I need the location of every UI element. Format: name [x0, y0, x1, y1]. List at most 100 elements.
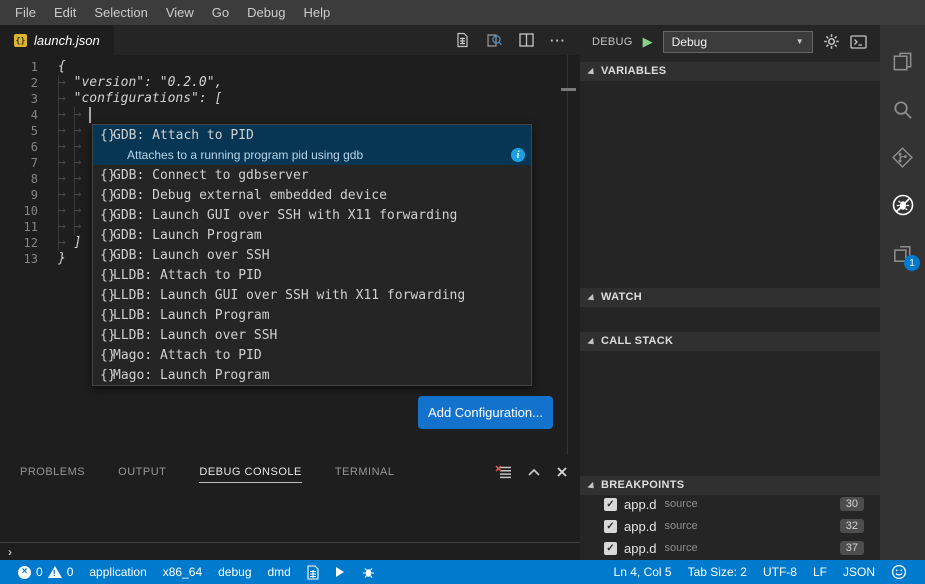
problems-status[interactable]: × 0 ! 0	[10, 560, 81, 584]
debug-icon[interactable]	[880, 181, 925, 229]
code-text: }	[58, 251, 66, 266]
whitespace-tabs: →	[58, 235, 74, 250]
menu-item[interactable]: Debug	[238, 0, 294, 25]
menu-item[interactable]: File	[6, 0, 45, 25]
status-item[interactable]: dmd	[260, 560, 299, 584]
twisty-icon	[587, 338, 596, 347]
breakpoint-row[interactable]: ✓ app.d source 37	[580, 537, 880, 559]
snippet-icon: {}	[93, 328, 113, 343]
code-editor[interactable]: 1 { 2 → "version": "0.2.0", 3 → "configu…	[0, 55, 580, 455]
menu-item[interactable]: View	[157, 0, 203, 25]
feedback-smiley-icon[interactable]	[883, 560, 915, 584]
gear-icon[interactable]	[823, 33, 840, 50]
suggest-item[interactable]: {} GDB: Debug external embedded device	[93, 185, 531, 205]
breakpoint-checkbox[interactable]: ✓	[604, 498, 617, 511]
suggest-item[interactable]: {} GDB: Launch GUI over SSH with X11 for…	[93, 205, 531, 225]
snippet-icon: {}	[93, 228, 113, 243]
language-mode[interactable]: JSON	[835, 560, 883, 584]
extensions-icon[interactable]: 1	[880, 229, 925, 277]
debug-configuration-select[interactable]: Debug ▼	[663, 31, 813, 53]
twisty-icon	[587, 294, 596, 303]
suggest-item[interactable]: {} Mago: Attach to PID	[93, 345, 531, 365]
breakpoint-row[interactable]: ✓ app.d source 30	[580, 493, 880, 515]
snippet-icon: {}	[93, 208, 113, 223]
section-title: BREAKPOINTS	[601, 479, 684, 491]
breakpoint-file: app.d	[624, 519, 657, 534]
suggest-item[interactable]: {} Mago: Launch Program	[93, 365, 531, 385]
suggest-item[interactable]: {} LLDB: Launch Program	[93, 305, 531, 325]
close-panel-icon[interactable]	[556, 466, 568, 481]
suggest-item[interactable]: {} LLDB: Launch GUI over SSH with X11 fo…	[93, 285, 531, 305]
menu-item[interactable]: Selection	[85, 0, 156, 25]
suggest-label: LLDB: Launch GUI over SSH with X11 forwa…	[113, 288, 465, 303]
maximize-panel-icon[interactable]	[527, 466, 541, 481]
indentation[interactable]: Tab Size: 2	[680, 560, 755, 584]
suggest-label: Mago: Launch Program	[113, 368, 270, 383]
build-document-icon[interactable]	[299, 560, 327, 584]
status-item[interactable]: x86_64	[155, 560, 210, 584]
info-icon[interactable]: i	[511, 148, 525, 162]
vscode-window: File Edit Selection View Go Debug Help {…	[0, 0, 925, 584]
add-configuration-button[interactable]: Add Configuration...	[418, 396, 553, 429]
suggest-item[interactable]: {} LLDB: Launch over SSH	[93, 325, 531, 345]
code-line[interactable]: 4 → →	[0, 107, 580, 123]
suggest-item[interactable]: {} GDB: Launch over SSH	[93, 245, 531, 265]
breakpoint-checkbox[interactable]: ✓	[604, 520, 617, 533]
search-in-file-icon[interactable]	[486, 32, 503, 48]
encoding[interactable]: UTF-8	[755, 560, 805, 584]
suggest-item[interactable]: {} GDB: Connect to gdbserver	[93, 165, 531, 185]
tab-terminal[interactable]: TERMINAL	[335, 462, 395, 482]
menu-bar: File Edit Selection View Go Debug Help	[0, 0, 925, 25]
snippet-icon: {}	[93, 308, 113, 323]
suggest-item-selected[interactable]: {} GDB: Attach to PID Attaches to a runn…	[93, 125, 531, 165]
indent-guide	[58, 75, 59, 251]
bug-icon[interactable]	[353, 560, 384, 584]
breakpoint-kind: source	[665, 542, 698, 554]
snippet-icon: {}	[93, 128, 113, 143]
debug-console-icon[interactable]	[850, 35, 867, 49]
debug-console-input[interactable]: ›	[0, 542, 580, 560]
editor-tab-bar: {} launch.json	[0, 25, 580, 55]
status-item[interactable]: debug	[210, 560, 259, 584]
section-variables[interactable]: VARIABLES	[580, 62, 880, 81]
breakpoint-row[interactable]: ✓ app.d source 32	[580, 515, 880, 537]
suggest-item[interactable]: {} LLDB: Attach to PID	[93, 265, 531, 285]
suggest-label: GDB: Launch over SSH	[113, 248, 270, 263]
code-line[interactable]: 3 → "configurations": [	[0, 91, 580, 107]
menu-item[interactable]: Edit	[45, 0, 85, 25]
eol-sequence[interactable]: LF	[805, 560, 835, 584]
split-editor-icon[interactable]	[519, 33, 534, 47]
suggest-label: Mago: Attach to PID	[113, 348, 262, 363]
panel-actions	[495, 464, 568, 483]
tab-output[interactable]: OUTPUT	[118, 462, 166, 482]
tab-debug-console[interactable]: DEBUG CONSOLE	[199, 462, 301, 483]
debug-sidebar: DEBUG ▶ Debug ▼ VARIABLES	[580, 25, 880, 560]
line-number: 4	[0, 107, 38, 123]
snippet-icon: {}	[93, 288, 113, 303]
bottom-panel: PROBLEMS OUTPUT DEBUG CONSOLE TERMINAL	[0, 455, 580, 560]
breakpoint-checkbox[interactable]: ✓	[604, 542, 617, 555]
panel-tabs: PROBLEMS OUTPUT DEBUG CONSOLE TERMINAL	[0, 455, 580, 489]
more-actions-icon[interactable]: ···	[550, 33, 566, 48]
tab-problems[interactable]: PROBLEMS	[20, 462, 85, 482]
code-line[interactable]: 1 {	[0, 59, 580, 75]
clear-console-icon[interactable]	[495, 464, 512, 483]
menu-item[interactable]: Go	[203, 0, 238, 25]
menu-item[interactable]: Help	[294, 0, 339, 25]
code-line[interactable]: 2 → "version": "0.2.0",	[0, 75, 580, 91]
section-call-stack[interactable]: CALL STACK	[580, 332, 880, 351]
run-icon[interactable]	[327, 560, 353, 584]
tab-launch-json[interactable]: {} launch.json	[0, 25, 114, 55]
explorer-icon[interactable]	[880, 37, 925, 85]
open-preview-icon[interactable]	[455, 32, 470, 48]
line-number: 7	[0, 155, 38, 171]
start-debug-icon[interactable]: ▶	[643, 35, 653, 48]
search-icon[interactable]	[880, 85, 925, 133]
suggest-item[interactable]: {} GDB: Launch Program	[93, 225, 531, 245]
suggest-label: LLDB: Launch over SSH	[113, 328, 277, 343]
source-control-icon[interactable]	[880, 133, 925, 181]
cursor-position[interactable]: Ln 4, Col 5	[606, 560, 680, 584]
breakpoint-kind: source	[665, 520, 698, 532]
section-watch[interactable]: WATCH	[580, 288, 880, 307]
status-item[interactable]: application	[81, 560, 154, 584]
